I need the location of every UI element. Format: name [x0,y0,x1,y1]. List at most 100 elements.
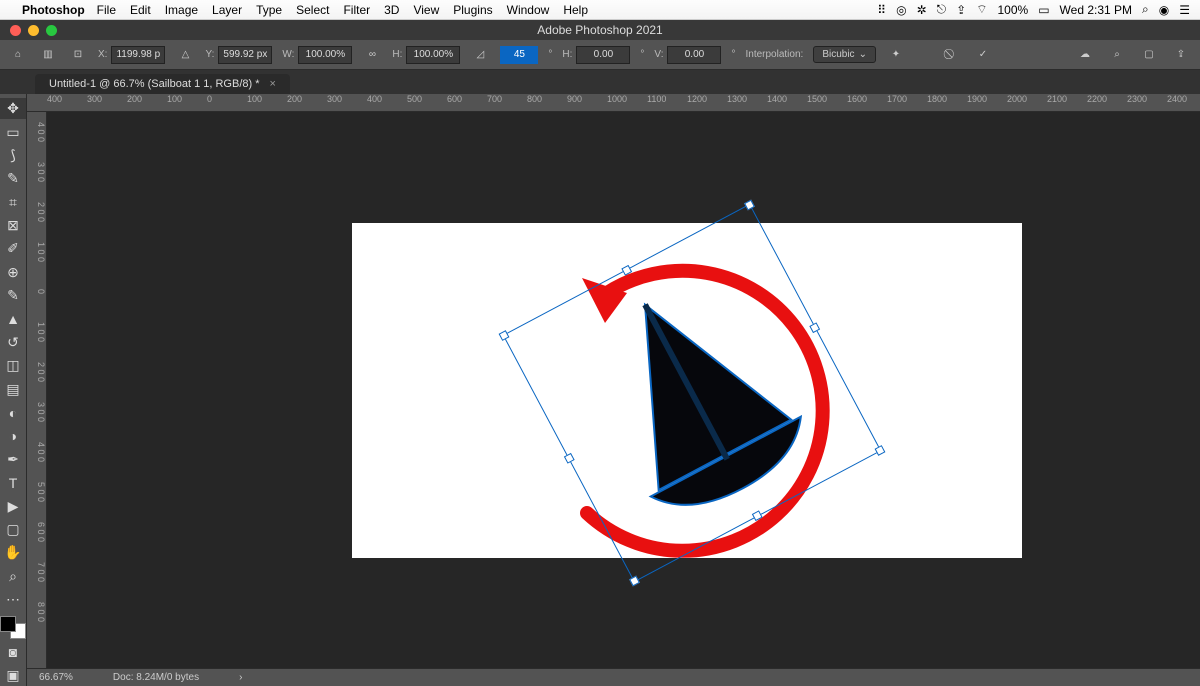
spotlight-icon[interactable]: ⌕ [1142,2,1149,17]
menu-3d[interactable]: 3D [384,3,399,17]
updates-icon[interactable]: ✲ [917,3,927,17]
share-icon[interactable]: ⇪ [1170,44,1192,66]
path-select-tool[interactable]: ▶ [0,495,26,516]
menu-image[interactable]: Image [165,3,198,17]
link-wh-icon[interactable]: ∞ [362,45,382,65]
handle-left[interactable] [564,452,575,463]
screen-mode-tool[interactable]: ▣ [0,665,26,686]
menu-type[interactable]: Type [256,3,282,17]
edit-toolbar[interactable]: ⋯ [0,589,26,610]
move-tool[interactable]: ✥ [0,98,26,119]
airdrop-icon[interactable]: ⇪ [956,3,966,17]
interp-label: Interpolation: [745,49,803,60]
handle-bottom-left[interactable] [629,575,640,586]
w-label: W: [282,49,294,60]
close-tab-icon[interactable]: × [270,78,276,90]
menu-filter[interactable]: Filter [343,3,370,17]
zoom-level[interactable]: 66.67% [39,672,73,683]
w-input[interactable] [298,46,352,64]
transform-ref-icon[interactable]: ▥ [38,45,58,65]
menu-select[interactable]: Select [296,3,329,17]
eyedropper-tool[interactable]: ✐ [0,238,26,259]
warp-icon[interactable]: ✦ [886,45,906,65]
vskew-input[interactable] [667,46,721,64]
crop-tool[interactable]: ⌗ [0,192,26,213]
frame-tool[interactable]: ⊠ [0,215,26,236]
hskew-input[interactable] [576,46,630,64]
app-name[interactable]: Photoshop [22,3,85,17]
blur-tool[interactable]: ◐ [0,402,26,423]
marquee-tool[interactable]: ▭ [0,121,26,142]
menu-layer[interactable]: Layer [212,3,242,17]
quick-mask-tool[interactable]: ◙ [0,641,26,662]
document-tab[interactable]: Untitled-1 @ 66.7% (Sailboat 1 1, RGB/8)… [35,74,290,94]
work-area: 4003002001000100200300400500600700800900… [27,94,1200,686]
hand-tool[interactable]: ✋ [0,542,26,563]
cancel-transform-button[interactable]: ⃠ [940,44,962,66]
color-swatch-pair[interactable] [0,616,26,639]
clone-stamp-tool[interactable]: ▲ [0,308,26,329]
lasso-tool[interactable]: ⟆ [0,145,26,166]
home-icon[interactable]: ⌂ [8,45,28,65]
zoom-tool[interactable]: ⌕ [0,566,26,587]
handle-top-right[interactable] [744,199,755,210]
handle-bottom-right[interactable] [875,445,886,456]
menu-view[interactable]: View [413,3,439,17]
y-input[interactable] [218,46,272,64]
gradient-tool[interactable]: ▤ [0,379,26,400]
sailboat-shape [536,237,847,548]
horizontal-ruler: 4003002001000100200300400500600700800900… [27,94,1200,112]
artboard [352,223,1022,558]
history-brush-tool[interactable]: ↺ [0,332,26,353]
ref-point-icon[interactable]: ⊡ [68,45,88,65]
interpolation-select[interactable]: Bicubic⌄ [813,46,876,63]
vskew-label: V: [654,49,663,60]
wifi-icon[interactable]: ⌔ [976,2,987,17]
clock[interactable]: Wed 2:31 PM [1060,3,1132,17]
delta-icon[interactable]: △ [175,45,195,65]
h-input[interactable] [406,46,460,64]
x-input[interactable] [111,46,165,64]
control-center-icon[interactable]: ☰ [1179,3,1190,17]
handle-bottom[interactable] [752,510,763,521]
sync-icon[interactable]: ◎ [896,3,906,17]
siri-icon[interactable]: ◉ [1159,3,1169,17]
status-bar: 66.67% Doc: 8.24M/0 bytes › [27,668,1200,686]
type-tool[interactable]: T [0,472,26,493]
menu-window[interactable]: Window [507,3,550,17]
bluetooth-icon[interactable]: ⎋ [937,2,947,17]
transform-bounds[interactable] [503,203,882,582]
document-tab-label: Untitled-1 @ 66.7% (Sailboat 1 1, RGB/8)… [49,78,260,90]
rotation-input[interactable] [500,46,538,64]
dodge-tool[interactable]: ◑ [0,425,26,446]
doc-size[interactable]: Doc: 8.24M/0 bytes [113,672,199,683]
y-label: Y: [205,49,214,60]
heal-tool[interactable]: ⊕ [0,262,26,283]
window-title: Adobe Photoshop 2021 [0,23,1200,37]
workspace-icon[interactable]: ▢ [1138,44,1160,66]
handle-top[interactable] [621,264,632,275]
brush-tool[interactable]: ✎ [0,285,26,306]
battery-text: 100% [997,3,1028,17]
canvas-stage[interactable] [47,112,1200,668]
menu-help[interactable]: Help [563,3,588,17]
vertical-ruler: 4 0 03 0 02 0 01 0 001 0 02 0 03 0 04 0 … [27,112,47,668]
menu-edit[interactable]: Edit [130,3,151,17]
mac-menubar: Photoshop File Edit Image Layer Type Sel… [0,0,1200,20]
shape-tool[interactable]: ▢ [0,519,26,540]
cloud-docs-icon[interactable]: ☁ [1074,44,1096,66]
menu-plugins[interactable]: Plugins [453,3,492,17]
commit-transform-button[interactable]: ✓ [972,44,994,66]
rotate-icon: ◿ [470,45,490,65]
battery-icon[interactable]: ▭ [1038,3,1049,17]
menu-file[interactable]: File [97,3,116,17]
handle-top-left[interactable] [499,330,510,341]
search-icon[interactable]: ⌕ [1106,44,1128,66]
eraser-tool[interactable]: ◫ [0,355,26,376]
status-chevron-icon[interactable]: › [239,672,242,683]
handle-right[interactable] [809,322,820,333]
pen-tool[interactable]: ✒ [0,449,26,470]
quick-select-tool[interactable]: ✎ [0,168,26,189]
dropbox-icon[interactable]: ⠿ [877,3,886,17]
window-titlebar: Adobe Photoshop 2021 [0,20,1200,40]
